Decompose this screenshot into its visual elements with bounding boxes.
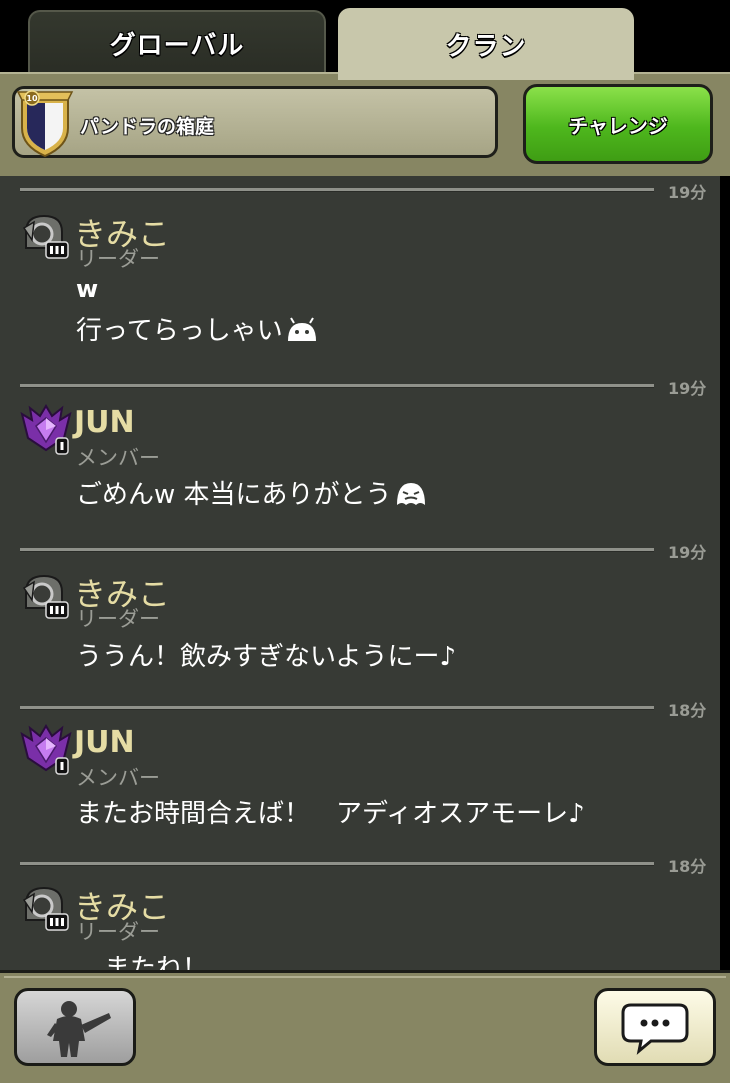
chat-message-list[interactable]: 19分 きみこ リーダー w 行ってらっしゃい 19分 JUN メンバー ごめん… bbox=[0, 176, 720, 970]
clan-badge-icon: 10 bbox=[16, 90, 74, 158]
tab-global[interactable]: グローバル bbox=[28, 10, 326, 74]
sender-name[interactable]: JUN bbox=[74, 725, 135, 760]
challenge-button-label: チャレンジ bbox=[568, 113, 668, 138]
leader-badge-icon bbox=[22, 214, 69, 259]
sender-role: メンバー bbox=[76, 766, 160, 790]
leader-badge-icon bbox=[22, 886, 69, 931]
chat-scrollbar[interactable] bbox=[720, 176, 730, 970]
message-divider bbox=[20, 188, 654, 192]
message-text: w bbox=[76, 275, 99, 303]
message-text: 行ってらっしゃい bbox=[76, 316, 283, 346]
challenge-button[interactable]: チャレンジ bbox=[523, 84, 713, 164]
army-button[interactable] bbox=[14, 988, 136, 1066]
message-divider bbox=[20, 384, 654, 388]
sender-name[interactable]: JUN bbox=[74, 405, 135, 440]
message-text-line: 行ってらっしゃい bbox=[76, 310, 319, 347]
android-emoji-icon bbox=[287, 317, 316, 341]
chat-input-button[interactable] bbox=[594, 988, 716, 1066]
leader-badge-icon bbox=[22, 574, 69, 619]
member-badge-icon bbox=[20, 724, 72, 775]
tab-clan-label: クラン bbox=[445, 31, 527, 62]
message-divider bbox=[20, 706, 654, 710]
message-time: 18分 bbox=[668, 857, 707, 876]
message-text: またね！ bbox=[104, 954, 209, 970]
message-text: ううん！飲みすぎないようにー♪ bbox=[76, 642, 457, 672]
message-text: ごめんw 本当にありがとう bbox=[76, 480, 392, 510]
message-text: またお時間合えば！ アディオスアモーレ♪ bbox=[76, 799, 585, 829]
ghost-emoji-icon bbox=[396, 483, 425, 505]
message-time: 18分 bbox=[668, 701, 707, 720]
clan-level: 10 bbox=[26, 94, 38, 103]
sender-role: メンバー bbox=[76, 446, 160, 470]
warrior-silhouette-icon bbox=[47, 1001, 111, 1057]
sender-role: リーダー bbox=[76, 920, 160, 944]
speech-bubble-icon bbox=[621, 1003, 689, 1055]
sender-role: リーダー bbox=[76, 607, 160, 631]
tab-clan[interactable]: クラン bbox=[338, 8, 634, 80]
message-time: 19分 bbox=[668, 379, 707, 398]
message-text-line: ごめんw 本当にありがとう bbox=[76, 474, 428, 511]
message-divider bbox=[20, 862, 654, 866]
message-time: 19分 bbox=[668, 183, 707, 202]
message-time: 19分 bbox=[668, 543, 707, 562]
sender-role: リーダー bbox=[76, 247, 160, 271]
message-divider bbox=[20, 548, 654, 552]
member-badge-icon bbox=[20, 404, 72, 455]
tab-global-label: グローバル bbox=[109, 30, 245, 61]
clan-name: パンドラの箱庭 bbox=[80, 116, 214, 138]
